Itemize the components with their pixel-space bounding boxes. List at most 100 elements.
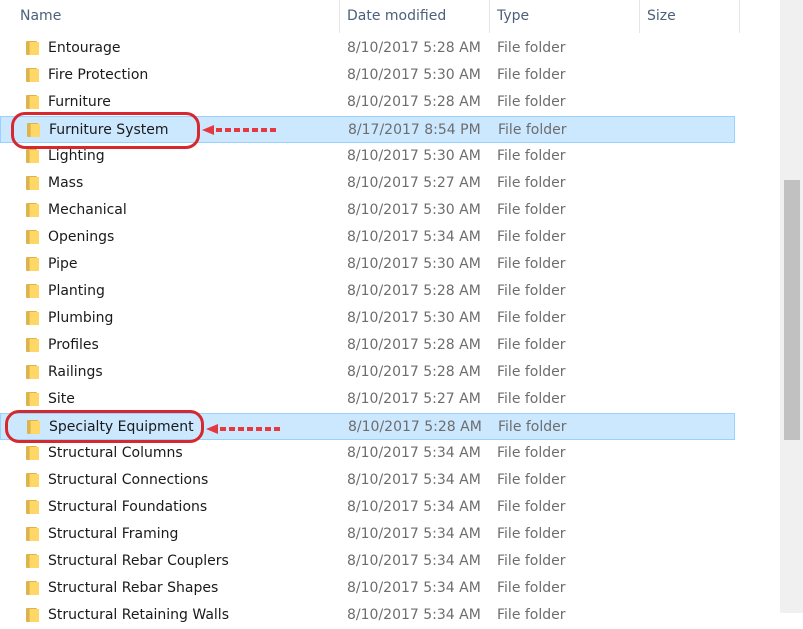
item-type: File folder	[497, 148, 566, 164]
list-item[interactable]: Fire Protection 8/10/2017 5:30 AM File fol…	[0, 62, 735, 89]
folder-icon	[26, 365, 39, 379]
item-name: Profiles	[48, 337, 99, 353]
arrow-head	[202, 125, 214, 135]
list-item[interactable]: Structural Foundations 8/10/2017 5:34 AM F…	[0, 494, 735, 521]
folder-icon	[26, 203, 39, 217]
vertical-scrollbar[interactable]	[780, 0, 803, 613]
item-type: File folder	[497, 283, 566, 299]
item-date-modified: 8/10/2017 5:34 AM	[347, 553, 481, 569]
item-name: Mass	[48, 175, 84, 191]
item-date-modified: 8/10/2017 5:28 AM	[348, 419, 482, 435]
annotation-circle-furniture-system	[11, 112, 200, 149]
scrollbar-thumb[interactable]	[784, 180, 800, 440]
item-type: File folder	[497, 499, 566, 515]
item-type: File folder	[497, 94, 566, 110]
column-header-size-label: Size	[647, 8, 676, 24]
item-type: File folder	[497, 553, 566, 569]
column-header-type-label: Type	[497, 8, 530, 24]
item-name: Structural Framing	[48, 526, 179, 542]
item-date-modified: 8/10/2017 5:34 AM	[347, 229, 481, 245]
item-name: Structural Rebar Couplers	[48, 553, 229, 569]
folder-icon	[26, 284, 39, 298]
column-header-name-label: Name	[20, 8, 62, 24]
item-name: Plumbing	[48, 310, 114, 326]
list-item[interactable]: Openings 8/10/2017 5:34 AM File folder	[0, 224, 735, 251]
item-name: Pipe	[48, 256, 78, 272]
list-item[interactable]: Pipe 8/10/2017 5:30 AM File folder	[0, 251, 735, 278]
folder-icon	[26, 527, 39, 541]
arrow-dotted-tail	[220, 427, 282, 431]
item-name: Structural Foundations	[48, 499, 208, 515]
item-type: File folder	[497, 40, 566, 56]
item-date-modified: 8/10/2017 5:28 AM	[347, 364, 481, 380]
item-type: File folder	[497, 364, 566, 380]
item-date-modified: 8/10/2017 5:34 AM	[347, 526, 481, 542]
item-type: File folder	[497, 310, 566, 326]
list-item[interactable]: Plumbing 8/10/2017 5:30 AM File folder	[0, 305, 735, 332]
annotation-circle-specialty-equipment	[5, 410, 204, 443]
folder-icon	[26, 392, 39, 406]
folder-icon	[26, 446, 39, 460]
item-name: Fire Protection	[48, 67, 149, 83]
item-date-modified: 8/10/2017 5:28 AM	[347, 94, 481, 110]
item-date-modified: 8/10/2017 5:34 AM	[347, 472, 481, 488]
item-name: Structural Retaining Walls	[48, 607, 229, 623]
item-type: File folder	[497, 229, 566, 245]
list-item[interactable]: Site 8/10/2017 5:27 AM File folder	[0, 386, 735, 413]
folder-icon	[26, 581, 39, 595]
list-item[interactable]: Structural Connections 8/10/2017 5:34 AM F…	[0, 467, 735, 494]
list-item[interactable]: Entourage 8/10/2017 5:28 AM File folder	[0, 35, 735, 62]
item-name: Openings	[48, 229, 115, 245]
column-header-type[interactable]: Type	[491, 0, 640, 33]
item-date-modified: 8/10/2017 5:30 AM	[347, 310, 481, 326]
item-type: File folder	[497, 256, 566, 272]
arrow-left-icon	[202, 125, 282, 135]
item-date-modified: 8/10/2017 5:34 AM	[347, 445, 481, 461]
item-type: File folder	[497, 580, 566, 596]
list-item[interactable]: Railings 8/10/2017 5:28 AM File folder	[0, 359, 735, 386]
list-item[interactable]: Profiles 8/10/2017 5:28 AM File folder	[0, 332, 735, 359]
item-name: Entourage	[48, 40, 121, 56]
list-item[interactable]: Mechanical 8/10/2017 5:30 AM File folder	[0, 197, 735, 224]
folder-icon	[26, 311, 39, 325]
item-date-modified: 8/10/2017 5:30 AM	[347, 148, 481, 164]
item-date-modified: 8/10/2017 5:28 AM	[347, 40, 481, 56]
item-date-modified: 8/17/2017 8:54 PM	[348, 122, 481, 138]
list-item[interactable]: Planting 8/10/2017 5:28 AM File folder	[0, 278, 735, 305]
folder-icon	[26, 338, 39, 352]
list-item[interactable]: Structural Columns 8/10/2017 5:34 AM File …	[0, 440, 735, 467]
item-date-modified: 8/10/2017 5:28 AM	[347, 283, 481, 299]
item-type: File folder	[498, 419, 567, 435]
item-date-modified: 8/10/2017 5:30 AM	[347, 256, 481, 272]
folder-icon	[26, 230, 39, 244]
item-type: File folder	[497, 175, 566, 191]
column-header-bar: Name ^ Date modified Type Size	[0, 0, 780, 33]
item-name: Site	[48, 391, 75, 407]
item-name: Structural Rebar Shapes	[48, 580, 219, 596]
item-name: Mechanical	[48, 202, 127, 218]
item-date-modified: 8/10/2017 5:27 AM	[347, 391, 481, 407]
list-item[interactable]: Mass 8/10/2017 5:27 AM File folder	[0, 170, 735, 197]
folder-icon	[26, 608, 39, 622]
column-header-size[interactable]: Size	[641, 0, 740, 33]
list-item[interactable]: Structural Rebar Shapes 8/10/2017 5:34 AM…	[0, 575, 735, 602]
list-item[interactable]: Structural Framing 8/10/2017 5:34 AM File …	[0, 521, 735, 548]
item-date-modified: 8/10/2017 5:30 AM	[347, 67, 481, 83]
arrow-dotted-tail	[216, 128, 278, 132]
folder-icon	[26, 68, 39, 82]
folder-icon	[26, 500, 39, 514]
column-header-date-modified[interactable]: Date modified	[341, 0, 490, 33]
arrow-head	[206, 424, 218, 434]
list-item[interactable]: Structural Rebar Couplers 8/10/2017 5:34 …	[0, 548, 735, 575]
item-name: Railings	[48, 364, 103, 380]
folder-icon	[26, 149, 39, 163]
folder-icon	[26, 473, 39, 487]
item-date-modified: 8/10/2017 5:34 AM	[347, 580, 481, 596]
item-date-modified: 8/10/2017 5:27 AM	[347, 175, 481, 191]
sort-ascending-icon: ^	[171, 0, 179, 7]
item-type: File folder	[497, 202, 566, 218]
item-type: File folder	[497, 391, 566, 407]
list-item[interactable]: Structural Retaining Walls 8/10/2017 5:34…	[0, 602, 735, 629]
folder-icon	[26, 95, 39, 109]
item-date-modified: 8/10/2017 5:30 AM	[347, 202, 481, 218]
